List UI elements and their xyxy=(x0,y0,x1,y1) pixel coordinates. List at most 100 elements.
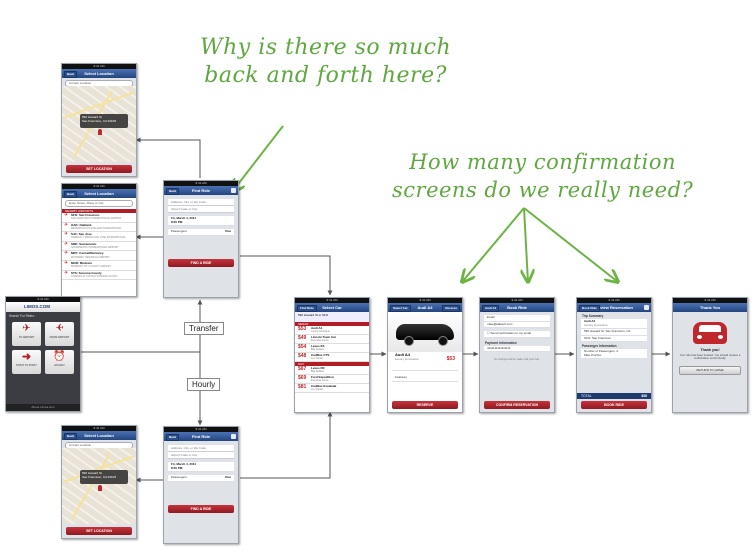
back-button[interactable]: Back xyxy=(64,191,78,198)
car-price: $53 xyxy=(446,356,455,362)
phone-icon[interactable] xyxy=(644,305,649,310)
tile-point-to-point[interactable]: ➜ POINT TO POINT xyxy=(12,350,41,374)
plane-down-icon: ✈ xyxy=(55,323,64,334)
from-field[interactable]: Address, City, or Zip Code xyxy=(168,199,234,206)
return-home-button[interactable]: RETURN TO HOME xyxy=(679,365,741,375)
airport-name: CHARLES M. SCHULZ SONOMA COUNTY xyxy=(71,274,118,278)
navbar: Back Select Location xyxy=(62,431,136,440)
airport-name: MODESTO CITY-COUNTY AIRPORT xyxy=(71,265,111,269)
airport-name: MONTEREY PENINSULA AIRPORT xyxy=(71,255,110,259)
airport-row[interactable]: OAK: OaklandMETROPOLITAN OAKLAND INTERNA… xyxy=(62,222,136,233)
car-company: Executive Limos xyxy=(311,339,329,342)
back-button[interactable]: Find Ride xyxy=(297,305,317,312)
car-row[interactable]: $54 Lexus ES Bay Sedans xyxy=(295,344,369,353)
features-row[interactable]: Features xyxy=(392,375,458,382)
book-ride-button[interactable]: BOOK RIDE xyxy=(581,401,647,409)
back-button[interactable]: Back xyxy=(166,434,180,441)
airport-row[interactable]: STS: Sonoma CountyCHARLES M. SCHULZ SONO… xyxy=(62,270,136,281)
reserve-nav-button[interactable]: Reserve xyxy=(442,305,460,312)
navbar: Back Select Location xyxy=(62,69,136,78)
tile-from-airport[interactable]: ✈ FROM AIRPORT xyxy=(45,322,74,346)
screen-title: Find Ride xyxy=(191,188,211,193)
info-icon[interactable] xyxy=(231,434,236,439)
car-company: Bay Sedans xyxy=(311,370,324,373)
car-price: $54 xyxy=(298,344,307,350)
airport-name: NORMAN Y. MINETA SAN JOSE INTERNATIONAL xyxy=(71,236,126,240)
location-search-input[interactable]: Enter Street, Place or City xyxy=(65,200,133,207)
plane-up-icon: ✈ xyxy=(22,323,31,334)
car-row[interactable]: $48 Cadillac CTS Lux Transit xyxy=(295,353,369,362)
select-location-map-top: 9:41 AM Back Select Location Current Loc… xyxy=(61,63,137,177)
airport-name: SAN FRANCISCO INTERNATIONAL AIRPORT xyxy=(71,217,122,221)
airport-name: SACRAMENTO INTERNATIONAL AIRPORT xyxy=(71,246,119,250)
callout-city: San Francisco, CA 94105 xyxy=(82,475,117,479)
find-ride-button[interactable]: FIND A RIDE xyxy=(168,259,234,267)
car-row[interactable]: $53 Audi A4 Luxury Limousine xyxy=(295,326,369,335)
email-field[interactable]: mike@kaltsoft.com xyxy=(484,321,550,328)
to-field[interactable]: Airport Code or City xyxy=(168,452,234,459)
car-price: $67 xyxy=(298,366,307,372)
edge-label-hourly: Hourly xyxy=(187,378,221,391)
datetime-row[interactable]: Fri, March 4, 2011 8:00 PM xyxy=(168,216,234,226)
select-location-map-bottom: 9:41 AM Back Select Location Current Loc… xyxy=(61,425,137,539)
set-location-button[interactable]: SET LOCATION xyxy=(66,165,132,173)
reserve-button[interactable]: RESERVE xyxy=(392,401,458,409)
set-location-button[interactable]: SET LOCATION xyxy=(66,527,132,535)
map-view[interactable]: 590 Howard St San Francisco, CA 94105 xyxy=(62,86,136,162)
review-reservation-screen: 9:41 AM Book Ride Review Reservation Tri… xyxy=(576,297,652,413)
checkbox-label: Send confirmation to my email xyxy=(490,331,531,335)
airport-row[interactable]: MRY: Carmel/MontereyMONTEREY PENINSULA A… xyxy=(62,251,136,261)
tile-hourly[interactable]: ⏰ HOURLY xyxy=(45,350,74,374)
airport-row[interactable]: SMF: SacramentoSACRAMENTO INTERNATIONAL … xyxy=(62,241,136,252)
tile-label: POINT TO POINT xyxy=(16,364,37,367)
passengers-row[interactable]: Passengers One xyxy=(168,229,234,236)
annotation-arrow-to-book xyxy=(524,207,528,282)
annotation-confirmation-screens: How many confirmation screens do we real… xyxy=(392,148,693,204)
map-pin-icon xyxy=(98,485,102,491)
car-company: Lux Transit xyxy=(311,388,323,391)
map-view[interactable]: 590 Howard St San Francisco, CA 94105 xyxy=(62,448,136,524)
passengers-row[interactable]: Passengers One xyxy=(168,475,234,482)
map-pin-icon xyxy=(98,129,102,135)
car-row[interactable]: $69 Ford Expedition Executive Limos xyxy=(295,375,369,384)
map-callout: 590 Howard St San Francisco, CA 94105 xyxy=(80,470,128,484)
back-button[interactable]: Select Car xyxy=(390,305,411,312)
info-icon[interactable] xyxy=(231,188,236,193)
back-button[interactable]: Back xyxy=(64,433,78,440)
tile-to-airport[interactable]: ✈ TO AIRPORT xyxy=(12,322,41,346)
annotation-line: screens do we really need? xyxy=(392,178,694,202)
passengers-label: Passengers xyxy=(171,229,187,233)
screen-title: Book Ride xyxy=(507,305,527,310)
datetime-row[interactable]: Fri, March 4, 2011 8:00 PM xyxy=(168,462,234,472)
navbar: Back Find Ride xyxy=(164,186,238,195)
back-button[interactable]: Back xyxy=(64,71,78,78)
to-field[interactable]: Airport Code or City xyxy=(168,206,234,213)
car-company: Bay Sedans xyxy=(311,348,324,351)
map-road xyxy=(71,452,111,520)
confirm-reservation-button[interactable]: CONFIRM RESERVATION xyxy=(484,401,550,409)
home-footer[interactable]: About Limos.com xyxy=(6,404,80,411)
screen-title: Select Location xyxy=(84,71,114,76)
total-value: $58 xyxy=(641,394,647,398)
from-field[interactable]: Address, City, or Zip Code xyxy=(168,445,234,452)
back-button[interactable]: Audi A4 xyxy=(482,305,500,312)
car-company: Lux Transit xyxy=(311,357,323,360)
callout-city: San Francisco, CA 94105 xyxy=(82,119,117,123)
airport-name: METROPOLITAN OAKLAND INTERNATIONAL xyxy=(71,226,122,230)
route-summary: 590 Howard St to SFO xyxy=(295,312,369,322)
airport-row[interactable]: SJC: San JoseNORMAN Y. MINETA SAN JOSE I… xyxy=(62,232,136,242)
connector-findride-bottom-to-selectcar xyxy=(240,411,333,479)
airport-row[interactable]: SFO: San FranciscoSAN FRANCISCO INTERNAT… xyxy=(62,213,136,223)
home-screen: 9:41 AM LIMOS.COM Search For Rides: ✈ TO… xyxy=(5,296,81,412)
car-row[interactable]: $49 Lincoln Town Car Executive Limos xyxy=(295,335,369,344)
car-row[interactable]: $81 Cadillac Escalade Lux Transit xyxy=(295,384,369,393)
find-ride-button[interactable]: FIND A RIDE xyxy=(168,505,234,513)
back-button[interactable]: Back xyxy=(166,188,180,195)
car-front-icon xyxy=(693,322,727,344)
car-price: $81 xyxy=(298,384,307,390)
car-row[interactable]: $67 Lexus RX Bay Sedans xyxy=(295,366,369,375)
airport-row[interactable]: MOD: ModestoMODESTO CITY-COUNTY AIRPORT xyxy=(62,260,136,271)
back-button[interactable]: Book Ride xyxy=(579,305,600,312)
navbar: Back Select Location xyxy=(62,189,136,198)
navbar: Back Find Ride xyxy=(164,432,238,441)
